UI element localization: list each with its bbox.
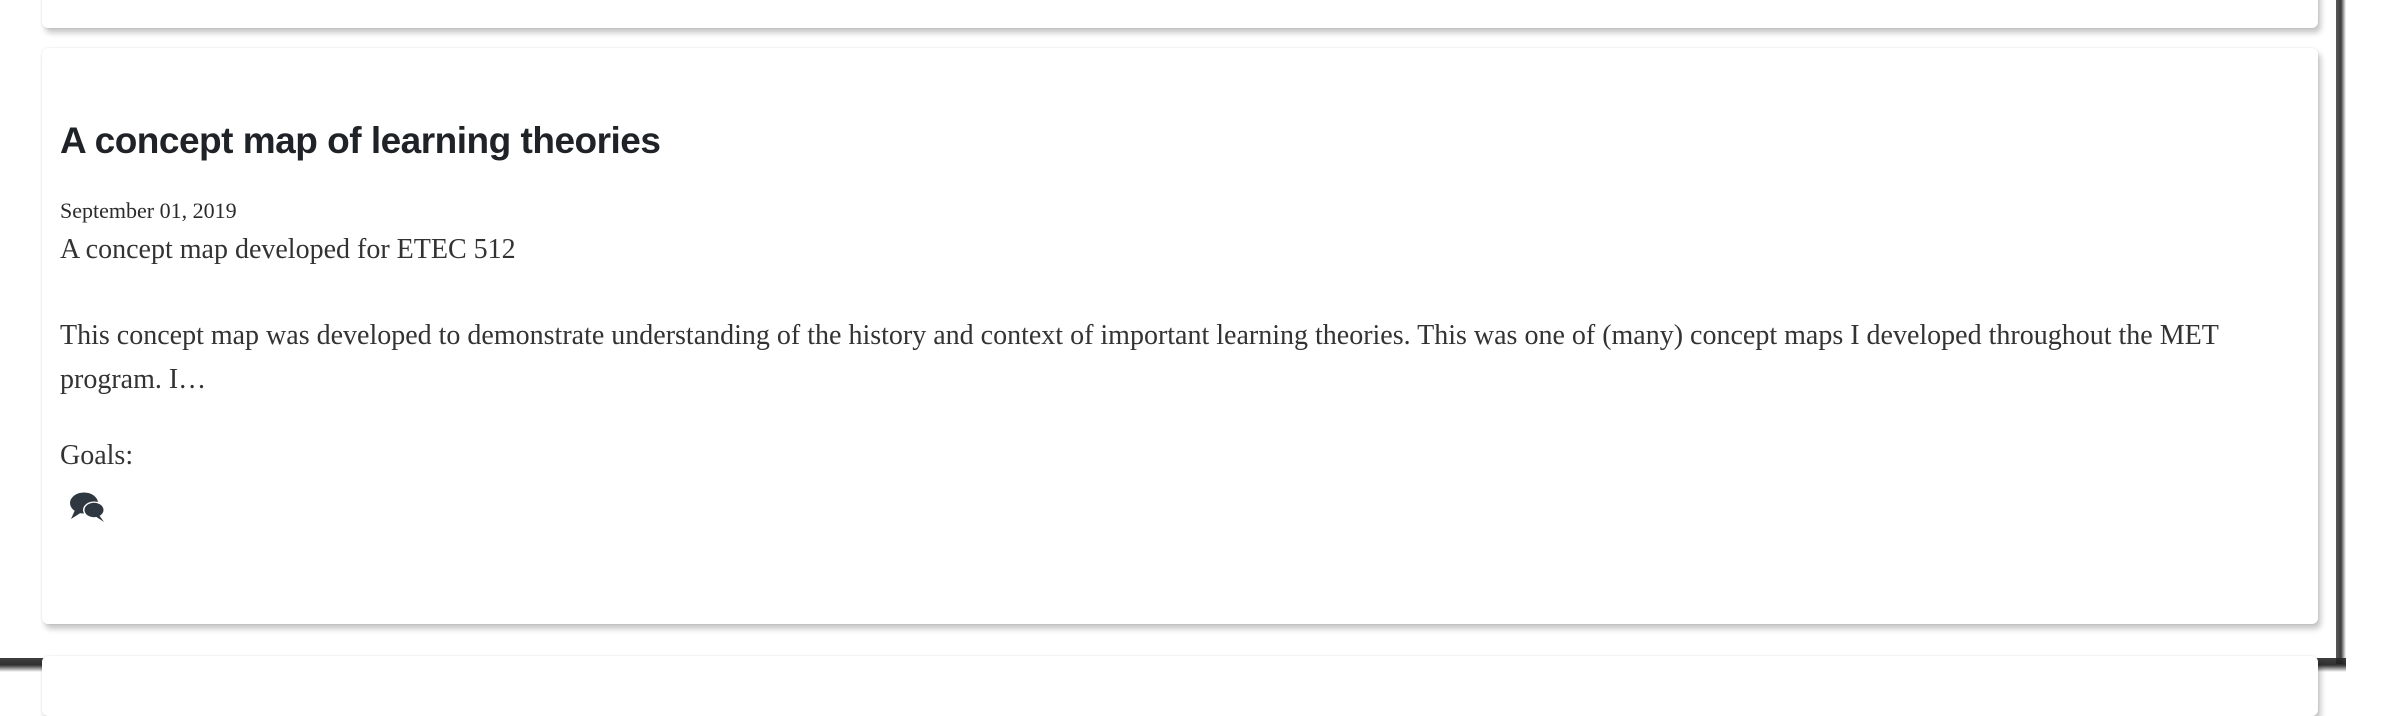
post-subtitle: A concept map developed for ETEC 512 <box>60 234 516 265</box>
comments-icon[interactable] <box>68 488 108 524</box>
goals-label: Goals: <box>60 440 134 471</box>
post-date: September 01, 2019 <box>60 198 237 223</box>
next-post-card <box>42 656 2318 716</box>
window-shadow-right <box>2336 0 2346 664</box>
post-card: A concept map of learning theories Septe… <box>42 48 2318 624</box>
previous-post-card <box>42 0 2318 28</box>
post-title[interactable]: A concept map of learning theories <box>60 120 661 162</box>
post-excerpt: This concept map was developed to demons… <box>60 320 2219 395</box>
